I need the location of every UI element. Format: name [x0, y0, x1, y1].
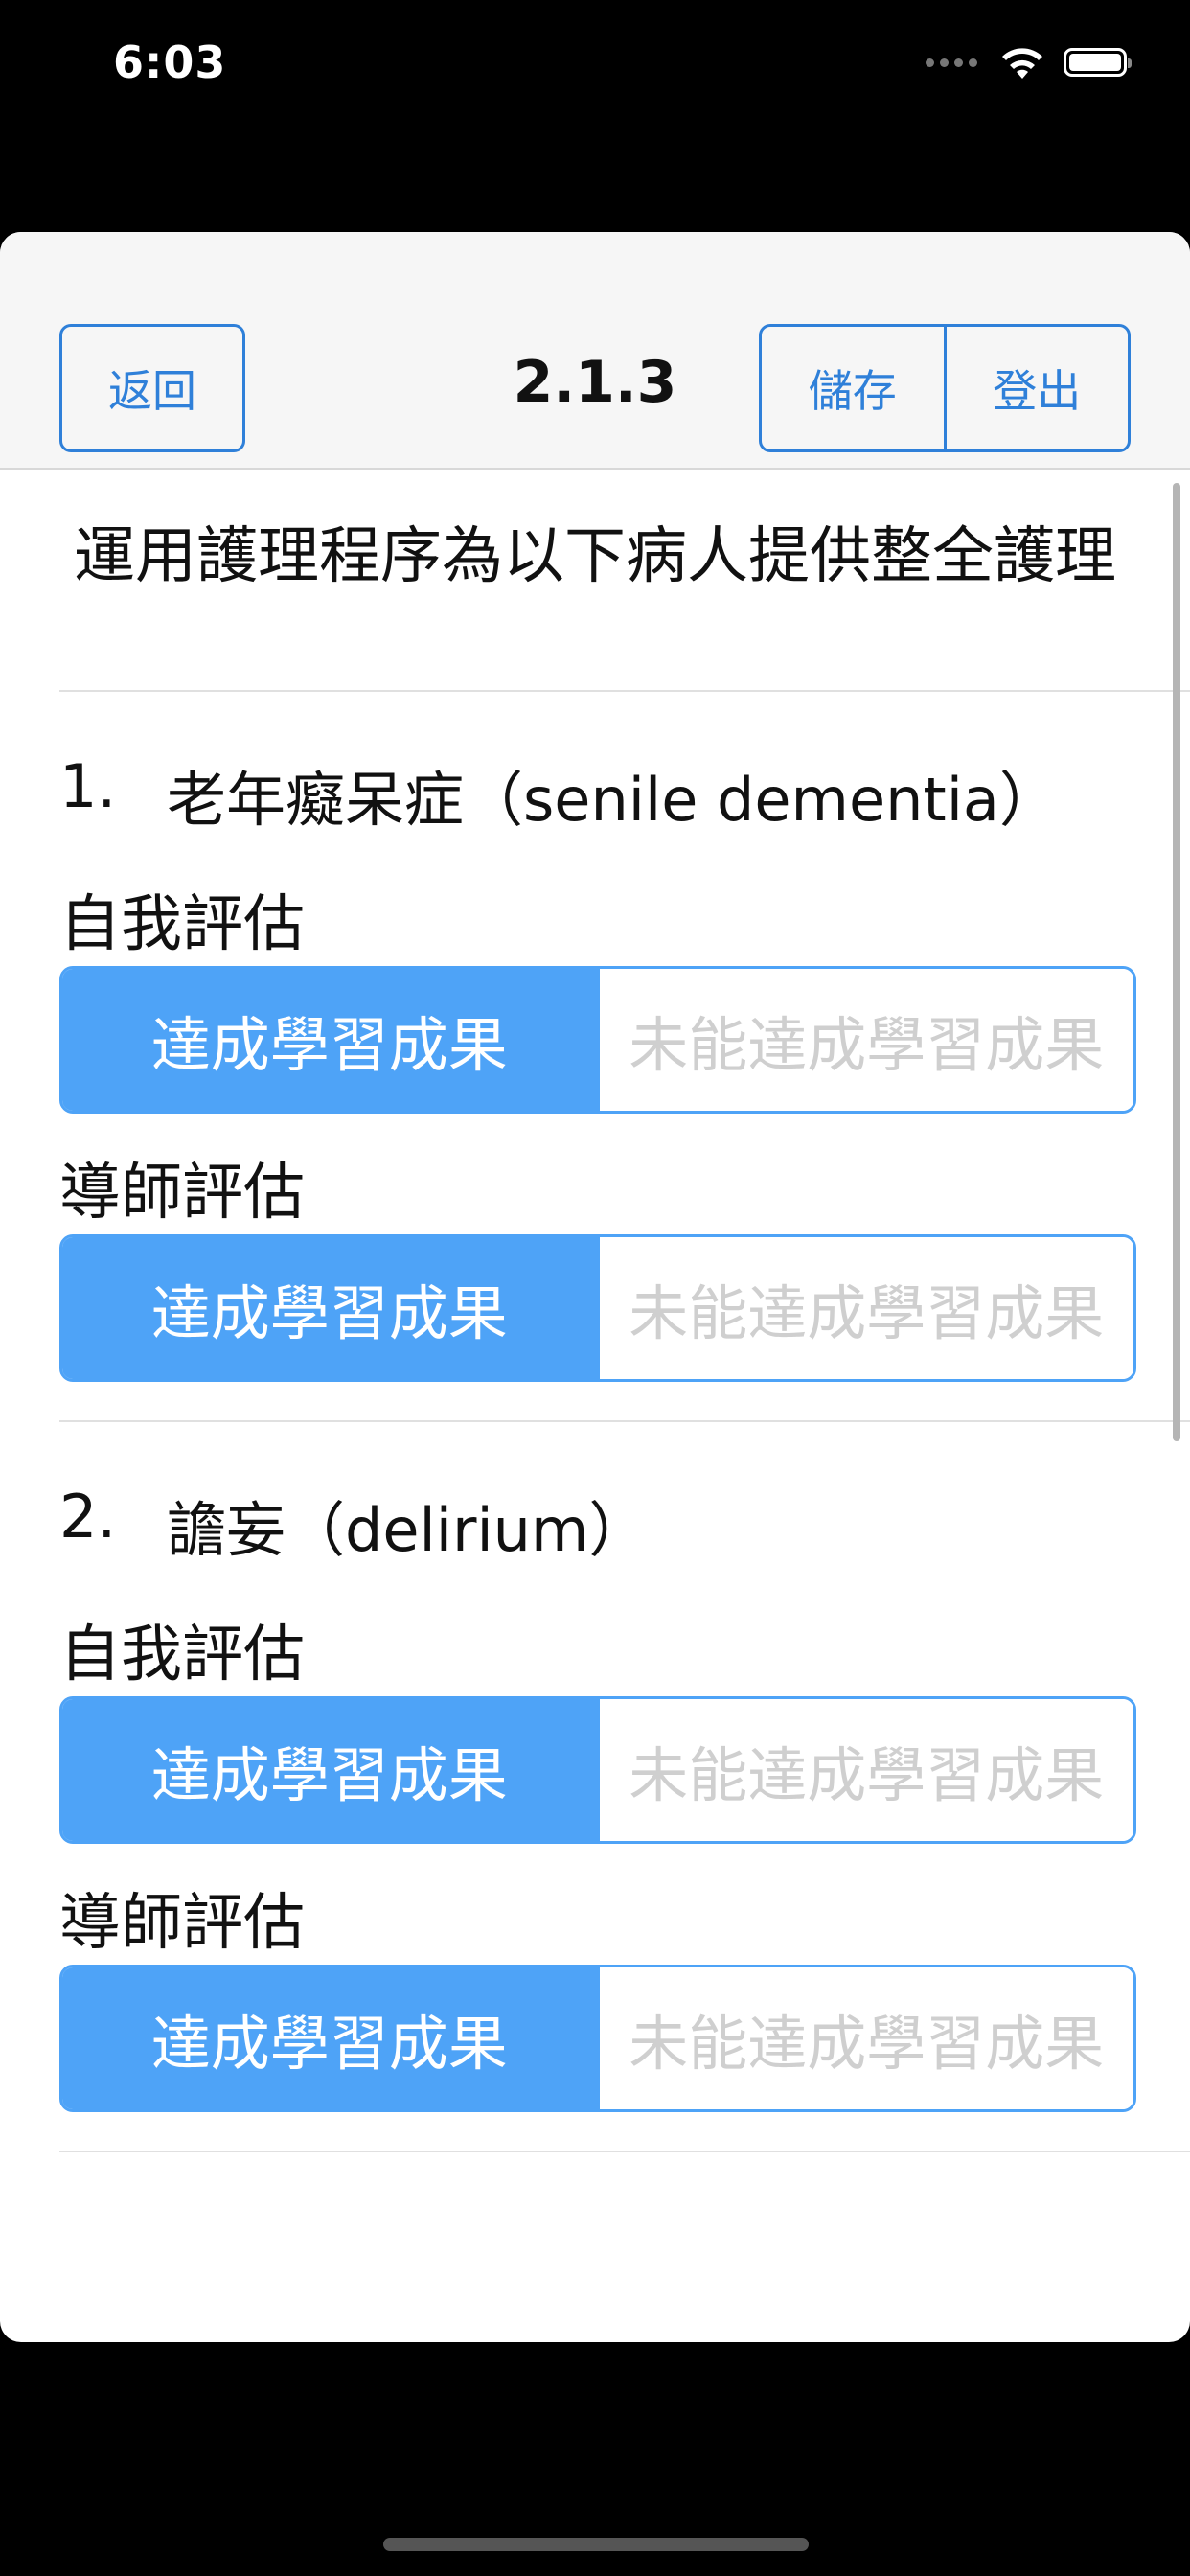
self-eval-achieved-option[interactable]: 達成學習成果: [62, 969, 597, 1111]
scroll-indicator[interactable]: [1173, 483, 1180, 1441]
battery-icon: [1064, 48, 1132, 77]
tutor-eval-not-achieved-option[interactable]: 未能達成學習成果: [596, 1237, 1133, 1379]
screen: 6:03 返回 2.1.3 儲存 登出 運用護理程序為以下病人提供整全護理 1.…: [0, 0, 1190, 2576]
assessment-item: 2. 譫妄（delirium） 自我評估 達成學習成果 未能達成學習成果 導師評…: [0, 1422, 1190, 2112]
tutor-eval-label: 導師評估: [59, 1158, 305, 1229]
tutor-eval-segmented-control: 達成學習成果 未能達成學習成果: [59, 1234, 1136, 1382]
self-eval-label: 自我評估: [59, 1620, 305, 1690]
home-indicator[interactable]: [383, 2538, 809, 2551]
item-number: 1.: [59, 751, 117, 821]
self-eval-segmented-control: 達成學習成果 未能達成學習成果: [59, 966, 1136, 1114]
assessment-item: 1. 老年癡呆症（senile dementia） 自我評估 達成學習成果 未能…: [0, 692, 1190, 1382]
divider: [59, 2150, 1190, 2152]
item-title: 1. 老年癡呆症（senile dementia）: [59, 692, 1131, 884]
wifi-icon: [1002, 48, 1042, 79]
item-title-text: 老年癡呆症（senile dementia）: [167, 765, 1059, 835]
status-time: 6:03: [113, 36, 227, 88]
section-heading: 運用護理程序為以下病人提供整全護理: [74, 521, 1116, 592]
logout-button[interactable]: 登出: [943, 327, 1129, 449]
modal-sheet: 返回 2.1.3 儲存 登出 運用護理程序為以下病人提供整全護理 1. 老年癡呆…: [0, 232, 1190, 2342]
self-eval-not-achieved-option[interactable]: 未能達成學習成果: [596, 969, 1133, 1111]
self-eval-segmented-control: 達成學習成果 未能達成學習成果: [59, 1696, 1136, 1844]
navigation-bar: 返回 2.1.3 儲存 登出: [0, 232, 1190, 470]
tutor-eval-achieved-option[interactable]: 達成學習成果: [62, 1237, 597, 1379]
item-number: 2.: [59, 1482, 117, 1552]
tutor-eval-not-achieved-option[interactable]: 未能達成學習成果: [596, 1967, 1133, 2109]
tutor-eval-label: 導師評估: [59, 1888, 305, 1959]
item-title-text: 譫妄（delirium）: [167, 1495, 649, 1565]
self-eval-achieved-option[interactable]: 達成學習成果: [62, 1699, 597, 1841]
cellular-signal-icon: [926, 58, 977, 67]
tutor-eval-achieved-option[interactable]: 達成學習成果: [62, 1967, 597, 2109]
self-eval-not-achieved-option[interactable]: 未能達成學習成果: [596, 1699, 1133, 1841]
status-icons: [926, 44, 1132, 80]
self-eval-label: 自我評估: [59, 889, 305, 960]
item-title: 2. 譫妄（delirium）: [59, 1422, 1131, 1614]
save-button[interactable]: 儲存: [762, 327, 944, 449]
action-button-group: 儲存 登出: [759, 324, 1131, 452]
tutor-eval-segmented-control: 達成學習成果 未能達成學習成果: [59, 1965, 1136, 2112]
scroll-content[interactable]: 運用護理程序為以下病人提供整全護理 1. 老年癡呆症（senile dement…: [0, 470, 1190, 2152]
